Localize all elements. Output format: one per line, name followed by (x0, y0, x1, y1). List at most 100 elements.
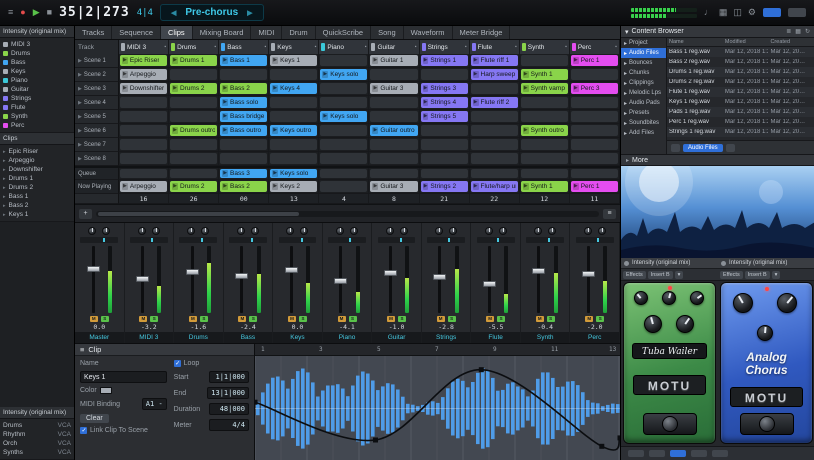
scene-label-scene-5[interactable]: ▶Scene 5 (75, 110, 119, 124)
sidebar-track-strings[interactable]: Strings (3, 94, 71, 103)
clip-play-icon[interactable]: ▶ (372, 85, 378, 92)
clip-play-icon[interactable]: ▶ (122, 183, 128, 190)
insert-menu[interactable]: Insert B (745, 271, 770, 279)
clip-flute-riff-2[interactable]: ▶Flute riff 2 (471, 97, 518, 108)
clip-perc-3[interactable]: ▶Perc 3 (571, 83, 618, 94)
solo-button[interactable]: S (547, 316, 555, 322)
empty-clip-slot[interactable] (170, 69, 217, 80)
sidebar-group-orch[interactable]: OrchVCA (3, 439, 71, 448)
solo-button[interactable]: S (497, 316, 505, 322)
send-knob[interactable] (548, 227, 556, 235)
clip-play-icon[interactable]: ▶ (322, 113, 328, 120)
volume-fader[interactable] (483, 281, 496, 287)
pan-slider[interactable] (526, 237, 564, 243)
file-row-bass-2-reg-wav[interactable]: Bass 2 reg.wavMar 12, 2018 1:22 PMMar 12… (667, 57, 814, 67)
volume-fader[interactable] (582, 271, 595, 277)
solo-button[interactable]: S (398, 316, 406, 322)
list-column-created[interactable]: Created (768, 39, 814, 45)
tab-sequence[interactable]: Sequence (112, 26, 161, 39)
empty-clip-slot[interactable] (521, 169, 568, 178)
clip-color-swatch[interactable] (100, 387, 112, 394)
pan-slider[interactable] (477, 237, 515, 243)
empty-clip-slot[interactable] (370, 169, 417, 178)
clip-play-icon[interactable]: ▶ (523, 71, 529, 78)
clip-keys-solo[interactable]: ▶Keys solo (270, 169, 317, 178)
list-column-name[interactable]: Name (667, 39, 723, 45)
plugin-title-bar[interactable]: Intensity (original mix) (718, 258, 814, 269)
clip-play-icon[interactable]: ▶ (222, 113, 228, 120)
chunk-selector[interactable]: ◀ Pre-chorus ▶ (160, 4, 264, 21)
clip-play-icon[interactable]: ▶ (523, 127, 529, 134)
clip-play-icon[interactable]: ▶ (172, 127, 178, 134)
empty-clip-slot[interactable] (370, 111, 417, 122)
empty-clip-slot[interactable] (370, 139, 417, 150)
send-knob[interactable] (251, 227, 259, 235)
column-arm-icon[interactable]: ▪ (315, 44, 317, 50)
clip-play-icon[interactable]: ▶ (122, 85, 128, 92)
clip-keys-solo[interactable]: ▶Keys solo (320, 111, 367, 122)
clip-drums-outro[interactable]: ▶Drums outro (170, 125, 217, 136)
pan-slider[interactable] (378, 237, 416, 243)
sidebar-clip-bass-1[interactable]: ▸Bass 1 (3, 192, 71, 201)
file-row-pads-1-reg-wav[interactable]: Pads 1 reg.wavMar 12, 2018 1:25 PMMar 12… (667, 107, 814, 117)
empty-clip-slot[interactable] (521, 153, 568, 164)
clip-perc-1[interactable]: ▶Perc 1 (571, 55, 618, 66)
trim-knob[interactable] (534, 227, 542, 235)
clip-play-icon[interactable]: ▶ (473, 183, 479, 190)
clip-guitar-1[interactable]: ▶Guitar 1 (370, 55, 417, 66)
footer-chip[interactable] (649, 450, 665, 457)
empty-clip-slot[interactable] (320, 139, 367, 150)
column-arm-icon[interactable]: ▪ (465, 44, 467, 50)
clip-play-icon[interactable]: ▶ (222, 170, 228, 177)
column-header-flute[interactable]: Flute▪ (470, 40, 520, 54)
trim-knob[interactable] (584, 227, 592, 235)
mute-button[interactable]: M (536, 316, 544, 322)
trim-knob[interactable] (336, 227, 344, 235)
empty-clip-slot[interactable] (170, 169, 217, 178)
footswitch[interactable] (740, 413, 794, 435)
clip-waveform[interactable] (255, 356, 620, 460)
file-row-flute-1-reg-wav[interactable]: Flute 1 reg.wavMar 12, 2018 1:24 PMMar 1… (667, 87, 814, 97)
plugin-title-bar[interactable]: Intensity (original mix) (621, 258, 718, 269)
sidebar-track-perc[interactable]: Perc (3, 121, 71, 130)
sidebar-track-bass[interactable]: Bass (3, 58, 71, 67)
insert-menu[interactable]: Insert B (648, 271, 673, 279)
empty-clip-slot[interactable] (270, 139, 317, 150)
clip-name-input[interactable]: Keys 1 (80, 371, 167, 383)
close-icon[interactable] (624, 261, 629, 266)
grid-view-icon[interactable]: ▦ (795, 28, 801, 35)
topbar-chip-gray[interactable] (788, 8, 806, 17)
add-scene-button[interactable]: + (79, 209, 92, 219)
mute-button[interactable]: M (189, 316, 197, 322)
clip-play-icon[interactable]: ▶ (322, 71, 328, 78)
empty-clip-slot[interactable] (421, 69, 468, 80)
clip-strings-2[interactable]: ▶Strings 2 (421, 181, 468, 192)
mute-button[interactable]: M (486, 316, 494, 322)
clip-downshifter[interactable]: ▶Downshifter (120, 83, 167, 94)
scene-play-icon[interactable]: ▶ (78, 72, 82, 78)
knob-2[interactable] (777, 293, 797, 313)
knob-3[interactable] (690, 291, 704, 305)
clip-play-icon[interactable]: ▶ (473, 57, 479, 64)
record-icon[interactable]: ● (20, 8, 25, 17)
effects-menu[interactable]: Effects (623, 271, 646, 279)
sidebar-track-keys[interactable]: Keys (3, 67, 71, 76)
column-header-piano[interactable]: Piano▪ (319, 40, 369, 54)
empty-clip-slot[interactable] (320, 181, 367, 192)
file-row-drums-2-reg-wav[interactable]: Drums 2 reg.wavMar 12, 2018 1:23 PMMar 1… (667, 77, 814, 87)
mute-button[interactable]: M (338, 316, 346, 322)
mute-button[interactable]: M (387, 316, 395, 322)
clip-flute-harp-unison[interactable]: ▶Flute/harp unison (471, 181, 518, 192)
clip-keys-1[interactable]: ▶Keys 1 (270, 55, 317, 66)
file-row-bass-1-reg-wav[interactable]: Bass 1 reg.wavMar 12, 2018 1:22 PMMar 12… (667, 47, 814, 57)
sidebar-clip-bass-2[interactable]: ▸Bass 2 (3, 201, 71, 210)
tab-song[interactable]: Song (371, 26, 404, 39)
browser-nav-melodic-lps[interactable]: ▸Melodic Lps (621, 88, 666, 98)
column-arm-icon[interactable]: ▪ (515, 44, 517, 50)
column-header-midi-3[interactable]: MIDI 3▪ (119, 40, 169, 54)
column-arm-icon[interactable]: ▪ (415, 44, 417, 50)
add-file-button[interactable] (671, 144, 680, 152)
clip-play-icon[interactable]: ▶ (372, 183, 378, 190)
pan-slider[interactable] (279, 237, 317, 243)
scene-label-scene-4[interactable]: ▶Scene 4 (75, 96, 119, 110)
